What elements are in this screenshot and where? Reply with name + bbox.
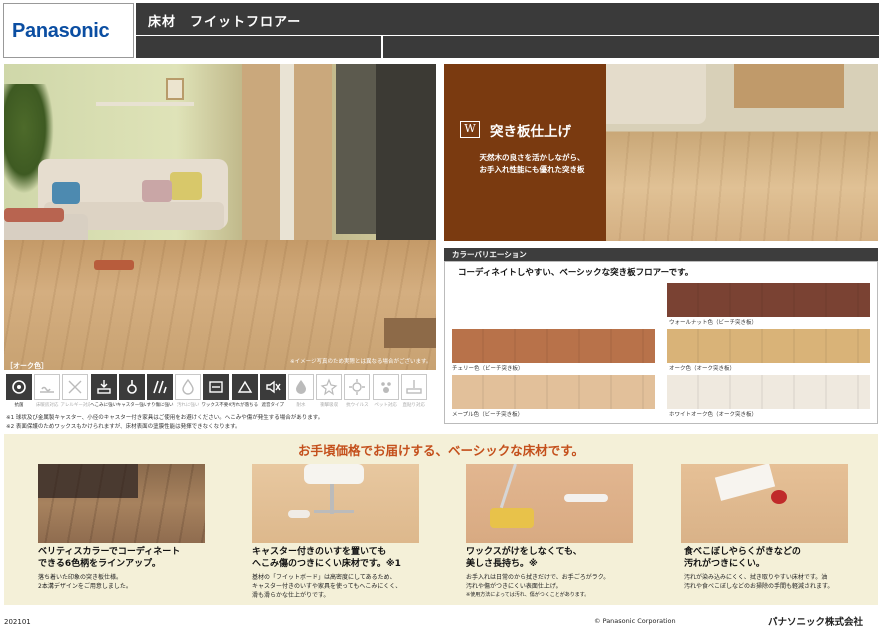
feature-4-title-line-1: 食べこぼしやらくがきなどの (684, 547, 801, 557)
feature-photo-color (38, 464, 205, 543)
swatch-walnut-label: ウォールナット色（ビーチ突き板） (669, 320, 758, 326)
copyright: © Panasonic Corporation (594, 617, 676, 625)
finish-title: 突き板仕上げ (490, 124, 571, 140)
header-divider (381, 36, 383, 58)
feature-photo-wipe (681, 464, 848, 543)
stain-icon (175, 374, 202, 400)
dent-resistant-icon (90, 374, 117, 400)
caster-icon (118, 374, 145, 400)
antiviral-icon (344, 374, 371, 400)
swatch-walnut (667, 283, 870, 317)
feature-label: 遮音タイプ (261, 403, 285, 408)
room-color-tag: ［オーク色］ (6, 362, 48, 370)
document-code: 202101 (4, 618, 31, 626)
feature-label: 衝撃吸収 (320, 403, 339, 408)
easy-clean-icon (231, 374, 258, 400)
feature-2-title-line-2: へこみ傷のつきにくい床材です。※1 (252, 559, 401, 569)
room-photo (4, 64, 436, 370)
swatch-maple (452, 375, 655, 409)
feature-label: へこみに強い (90, 403, 118, 408)
sound-insulation-icon (259, 374, 286, 400)
bottom-headline: お手頃価格でお届けする、ベーシックな床材です。 (297, 443, 584, 458)
finish-description: 天然木の良さを活かしながら、 お手入れ性能にも優れた突き板 (462, 152, 602, 176)
feature-3-desc-line-2: 汚れや傷がつきにくい表面仕上げ。 (466, 583, 562, 590)
feature-2-title-line-1: キャスター付きのいすを置いても (252, 547, 387, 557)
feature-1-desc: 落ち着いた印象の突き板仕様。 2本溝デザインをご用意しました。 (38, 573, 132, 591)
feature-2-desc-line-1: 基材の「フイットボード」は高密度にしてあるため、 (252, 574, 396, 581)
allergy-icon (62, 374, 89, 400)
feature-label: 汚れが落ちる (231, 403, 259, 408)
feature-photo-caster (252, 464, 419, 543)
feature-1-desc-line-2: 2本溝デザインをご用意しました。 (38, 583, 132, 590)
panasonic-logo: Panasonic (12, 20, 110, 42)
impact-icon (316, 374, 343, 400)
feature-3-desc-line-1: お手入れは日常のから拭きだけで、お手ごろがラク。 (466, 574, 610, 581)
feature-label: すり傷に強い (146, 403, 174, 408)
feature-1-title-line-2: できる6色柄をラインアップ。 (38, 559, 161, 569)
floor-heating-icon (34, 374, 61, 400)
feature-label: キャスター強い※1 (116, 403, 147, 408)
room-photo-note: ※イメージ写真のため実際とは異なる場合がございます。 (290, 359, 432, 365)
feature-1-title: ベリティスカラーでコーディネート できる6色柄をラインアップ。 (38, 546, 180, 570)
swatch-white-oak (667, 375, 870, 409)
finish-desc-line-1: 天然木の良さを活かしながら、 (479, 153, 585, 162)
antibacterial-icon (6, 374, 32, 400)
wax-free-icon (203, 374, 230, 400)
feature-label: 抗菌 (14, 403, 24, 408)
feature-4-desc-line-1: 汚れが染み込みにくく、拭き取りやすい床材です。油 (684, 574, 828, 581)
direct-install-icon (400, 374, 427, 400)
feature-1-desc-line-1: 落ち着いた印象の突き板仕様。 (38, 574, 123, 581)
feature-label: ペット対応 (374, 403, 397, 408)
feature-note-1: ※1 球状及び金属製キャスター、小径のキャスター付き家具はご使用をお避けください… (6, 415, 324, 421)
swatch-oak-label: オーク色（オーク突き板） (669, 366, 736, 372)
color-variation-lead: コーディネイトしやすい、ベーシックな突き板フロアーです。 (458, 268, 694, 278)
feature-label: 床暖房対応 (35, 403, 59, 408)
water-resistant-icon (288, 374, 314, 400)
page-title: 床材 フイットフロアー (148, 15, 302, 30)
feature-3-title: ワックスがけをしなくても、 美しさ長持ち。※ (466, 546, 582, 570)
swatch-cherry-label: チェリー色（ビーチ突き板） (452, 366, 524, 372)
swatch-maple-label: メープル色（ビーチ突き板） (452, 412, 524, 418)
feature-label: 抗ウイルス (346, 403, 369, 408)
swatch-oak (667, 329, 870, 363)
feature-4-title-line-2: 汚れがつきにくい。 (684, 559, 765, 569)
feature-2-desc-line-3: 滑も滑らかな仕上がりです。 (252, 592, 330, 599)
feature-3-title-line-2: 美しさ長持ち。※ (466, 559, 538, 569)
feature-note-2: ※2 表面保護のためワックスもかけられますが、床材表面の塗膜性能は発揮できなくな… (6, 424, 241, 430)
feature-3-desc: お手入れは日常のから拭きだけで、お手ごろがラク。 汚れや傷がつきにくい表面仕上げ… (466, 573, 609, 600)
feature-4-desc-line-2: 汚れや食べこぼしなどのお掃除の手間も軽減されます。 (684, 583, 834, 590)
swatch-cherry (452, 329, 655, 363)
swatch-white-oak-label: ホワイトオーク色（オーク突き板） (669, 412, 758, 418)
w-badge: W (460, 121, 480, 138)
feature-3-desc-line-3: ※使用方法によっては汚れ、傷がつくことがあります。 (466, 592, 590, 598)
header-subbar (136, 36, 879, 58)
finish-panel: W 突き板仕上げ 天然木の良さを活かしながら、 お手入れ性能にも優れた突き板 (444, 64, 878, 241)
feature-2-title: キャスター付きのいすを置いても へこみ傷のつきにくい床材です。※1 (252, 546, 401, 570)
feature-2-desc: 基材の「フイットボード」は高密度にしてあるため、 キャスター付きのいすや家具を使… (252, 573, 401, 600)
scratch-resistant-icon (147, 374, 173, 400)
feature-2-desc-line-2: キャスター付きのいすや家具を使ってもへこみにくく、 (252, 583, 402, 590)
feature-4-desc: 汚れが染み込みにくく、拭き取りやすい床材です。油 汚れや食べこぼしなどのお掃除の… (684, 573, 833, 591)
feature-photo-mop (466, 464, 633, 543)
feature-label: 直貼り対応 (402, 403, 426, 408)
feature-3-title-line-1: ワックスがけをしなくても、 (466, 547, 582, 557)
feature-label: アレルギー対応 (60, 403, 91, 408)
feature-label: 汚れに強い (176, 403, 200, 408)
pet-icon (372, 374, 399, 400)
feature-label: ワックス不要※2 (201, 403, 231, 408)
feature-1-title-line-1: ベリティスカラーでコーディネート (38, 547, 181, 557)
color-variation-label: カラーバリエーション (452, 250, 527, 259)
feature-4-title: 食べこぼしやらくがきなどの 汚れがつきにくい。 (684, 546, 801, 570)
feature-label: 耐水 (296, 403, 306, 408)
finish-desc-line-2: お手入れ性能にも優れた突き板 (479, 165, 585, 174)
